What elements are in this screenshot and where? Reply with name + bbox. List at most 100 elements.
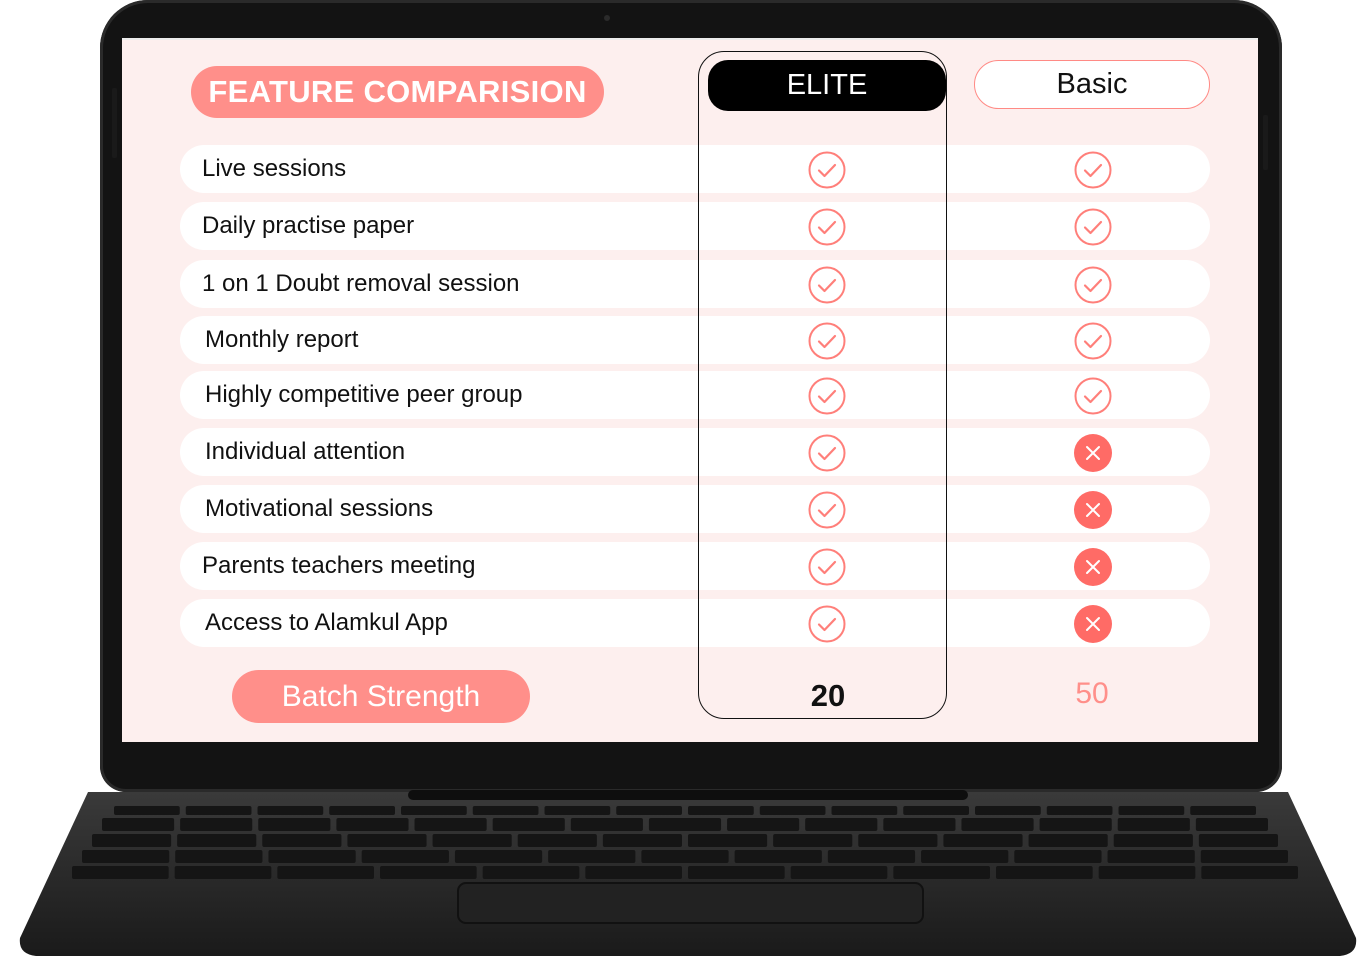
keyboard-key[interactable]: [92, 834, 172, 847]
keyboard-key[interactable]: [517, 834, 597, 847]
keyboard-key[interactable]: [482, 866, 580, 879]
keyboard-key[interactable]: [585, 866, 682, 879]
keyboard-key[interactable]: [432, 834, 512, 847]
keyboard-key[interactable]: [1117, 818, 1190, 831]
keyboard-key[interactable]: [727, 818, 800, 831]
check-circle-icon: [1074, 151, 1112, 189]
check-circle-icon: [1074, 322, 1112, 360]
trackpad[interactable]: [457, 882, 924, 924]
keyboard-key[interactable]: [641, 850, 729, 863]
cross-circle-icon: [1074, 491, 1112, 529]
keyboard-key[interactable]: [893, 866, 990, 879]
keyboard-key[interactable]: [82, 850, 170, 863]
keyboard-key[interactable]: [1198, 834, 1278, 847]
keyboard-key[interactable]: [1118, 806, 1185, 815]
keyboard-key[interactable]: [492, 818, 565, 831]
keyboard-key[interactable]: [175, 850, 263, 863]
keyboard-key[interactable]: [329, 806, 395, 815]
keyboard-key[interactable]: [414, 818, 487, 831]
keyboard-base: [19, 790, 1357, 956]
keyboard-key[interactable]: [1107, 850, 1195, 863]
keyboard-key[interactable]: [1028, 834, 1108, 847]
keyboard-key[interactable]: [262, 834, 342, 847]
keyboard-key[interactable]: [648, 818, 722, 831]
keyboard-key[interactable]: [180, 818, 253, 831]
keyboard-key[interactable]: [347, 834, 427, 847]
feature-label: Motivational sessions: [205, 495, 434, 522]
keyboard-key[interactable]: [114, 806, 180, 815]
keyboard-key[interactable]: [602, 834, 682, 847]
keyboard-key[interactable]: [472, 806, 539, 815]
keyboard-key[interactable]: [570, 818, 643, 831]
keyboard-key[interactable]: [996, 866, 1093, 879]
keyboard-key[interactable]: [548, 850, 636, 863]
keyboard-key[interactable]: [734, 850, 822, 863]
keyboard-key[interactable]: [1046, 806, 1113, 815]
elite-batch-strength: 20: [810, 678, 846, 713]
table-row: Monthly report: [180, 316, 1210, 364]
keyboard-key[interactable]: [616, 806, 682, 815]
keyboard-key[interactable]: [975, 806, 1041, 815]
keyboard-key[interactable]: [688, 806, 754, 815]
check-circle-icon: [808, 434, 846, 472]
keyboard-key[interactable]: [277, 866, 374, 879]
elite-plan-header[interactable]: ELITE: [708, 60, 946, 111]
check-circle-icon: [808, 322, 846, 360]
check-circle-icon: [808, 151, 846, 189]
keyboard-key[interactable]: [1039, 818, 1112, 831]
keyboard-key[interactable]: [858, 834, 938, 847]
keyboard-key[interactable]: [1113, 834, 1193, 847]
table-row: Highly competitive peer group: [180, 371, 1210, 419]
keyboard-key[interactable]: [102, 818, 175, 831]
screen-edge: [122, 38, 1258, 40]
keyboard-key[interactable]: [174, 866, 272, 879]
cross-circle-icon: [1074, 605, 1112, 643]
keyboard-key[interactable]: [1201, 866, 1298, 879]
camera-icon: [604, 15, 610, 21]
keyboard-key[interactable]: [1190, 806, 1256, 815]
keyboard-key[interactable]: [1200, 850, 1288, 863]
feature-label: Highly competitive peer group: [205, 381, 523, 408]
table-row: Motivational sessions: [180, 485, 1210, 533]
keyboard-key[interactable]: [688, 834, 768, 847]
feature-label: Individual attention: [205, 438, 406, 465]
keyboard-key[interactable]: [903, 806, 969, 815]
keyboard-key[interactable]: [268, 850, 356, 863]
keyboard-key[interactable]: [1098, 866, 1196, 879]
keyboard-key[interactable]: [1014, 850, 1102, 863]
cross-circle-icon: [1074, 434, 1112, 472]
keyboard-key[interactable]: [336, 818, 409, 831]
page-title: FEATURE COMPARISION: [191, 66, 604, 118]
keyboard-key[interactable]: [759, 806, 826, 815]
screen: FEATURE COMPARISION ELITE Basic Batch St…: [122, 38, 1258, 742]
keyboard-key[interactable]: [380, 866, 477, 879]
keyboard-key[interactable]: [943, 834, 1023, 847]
keyboard-key[interactable]: [805, 818, 878, 831]
keyboard-key[interactable]: [258, 818, 331, 831]
keyboard-key[interactable]: [257, 806, 324, 815]
keyboard-key[interactable]: [454, 850, 543, 863]
check-circle-icon: [808, 548, 846, 586]
keyboard-key[interactable]: [1195, 818, 1268, 831]
keyboard-key[interactable]: [185, 806, 252, 815]
keyboard-key[interactable]: [544, 806, 611, 815]
keyboard-key[interactable]: [72, 866, 169, 879]
basic-plan-header[interactable]: Basic: [974, 60, 1210, 109]
keyboard-key[interactable]: [401, 806, 467, 815]
keyboard-key[interactable]: [831, 806, 898, 815]
keyboard-key[interactable]: [177, 834, 257, 847]
keyboard-key[interactable]: [361, 850, 449, 863]
keyboard-key[interactable]: [688, 866, 785, 879]
check-circle-icon: [1074, 208, 1112, 246]
keyboard-key[interactable]: [883, 818, 956, 831]
keyboard-key[interactable]: [773, 834, 853, 847]
table-row: Access to Alamkul App: [180, 599, 1210, 647]
feature-label: 1 on 1 Doubt removal session: [202, 270, 520, 297]
table-row: Individual attention: [180, 428, 1210, 476]
check-circle-icon: [808, 266, 846, 304]
keyboard-key[interactable]: [921, 850, 1009, 863]
keyboard-key[interactable]: [961, 818, 1034, 831]
check-circle-icon: [808, 491, 846, 529]
keyboard-key[interactable]: [790, 866, 888, 879]
keyboard-key[interactable]: [827, 850, 916, 863]
